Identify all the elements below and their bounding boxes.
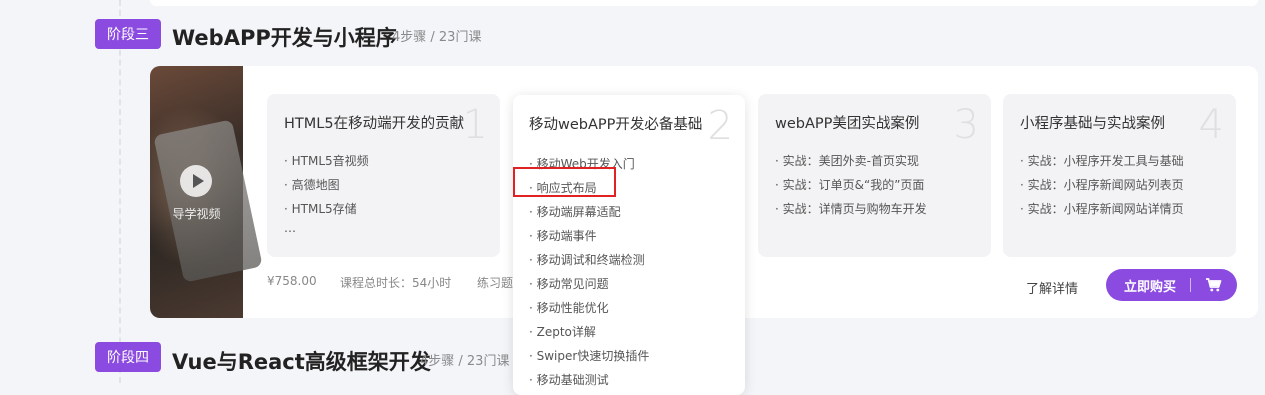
step-item[interactable]: · 实战：小程序开发工具与基础 (1020, 149, 1236, 173)
highlight-annotation-box (513, 167, 616, 197)
stage-title: WebAPP开发与小程序 (172, 26, 397, 50)
step-item-more: … (284, 221, 296, 235)
step-item[interactable]: · 实战：订单页&“我的”页面 (775, 173, 991, 197)
step-item[interactable]: · 实战：详情页与购物车开发 (775, 197, 991, 221)
step-number: 1 (462, 102, 488, 148)
step-item[interactable]: · 实战：小程序新闻网站列表页 (1020, 173, 1236, 197)
step-item[interactable]: · HTML5音视频 (284, 149, 500, 173)
step-item[interactable]: · 高德地图 (284, 173, 500, 197)
exercises-label: 练习题 (477, 276, 514, 290)
intro-video-label: 导学视频 (172, 207, 221, 221)
learn-more-link[interactable]: 了解详情 (1026, 278, 1078, 297)
intro-video-thumbnail[interactable]: 导学视频 (150, 66, 263, 318)
cart-icon (1206, 278, 1222, 292)
button-divider (1190, 278, 1192, 292)
step-item[interactable]: · 移动端事件 (529, 224, 745, 248)
step-number: 4 (1198, 102, 1224, 148)
stage-meta: 4步骤 / 23门课 (420, 354, 510, 369)
course-price: ¥758.00 (267, 274, 317, 288)
buy-now-button[interactable]: 立即购买 (1106, 269, 1237, 301)
step-item[interactable]: · 移动基础测试 (529, 368, 745, 392)
step-item[interactable]: · HTML5存储 (284, 197, 500, 221)
timeline-line (119, 0, 121, 383)
step-item[interactable]: · Zepto详解 (529, 320, 745, 344)
stage-badge: 阶段三 (95, 19, 161, 49)
step-item[interactable]: · 实战：美团外卖-首页实现 (775, 149, 991, 173)
step-item[interactable]: · 实战：小程序新闻网站详情页 (1020, 197, 1236, 221)
step-card-3[interactable]: webAPP美团实战案例 3 · 实战：美团外卖-首页实现 · 实战：订单页&“… (758, 94, 991, 257)
stage-badge: 阶段四 (95, 342, 161, 372)
step-number: 3 (953, 102, 979, 148)
thumbnail-photo (153, 119, 263, 283)
step-card-4[interactable]: 小程序基础与实战案例 4 · 实战：小程序开发工具与基础 · 实战：小程序新闻网… (1003, 94, 1236, 257)
step-card-1[interactable]: HTML5在移动端开发的贡献 1 · HTML5音视频 · 高德地图 · HTM… (267, 94, 500, 257)
step-item[interactable]: · 移动调试和终端检测 (529, 248, 745, 272)
course-hours: 课程总时长：54小时 (340, 276, 452, 290)
step-item[interactable]: · 移动性能优化 (529, 296, 745, 320)
step-item[interactable]: · 移动端屏幕适配 (529, 200, 745, 224)
buy-now-label: 立即购买 (1124, 279, 1177, 295)
step-card-2-expanded[interactable]: 移动webAPP开发必备基础 2 · 移动Web开发入门 · 响应式布局 · 移… (513, 95, 745, 395)
play-icon[interactable] (180, 165, 212, 197)
step-item[interactable]: · 移动常见问题 (529, 272, 745, 296)
stage-title: Vue与React高级框架开发 (172, 350, 431, 374)
step-item[interactable]: · Swiper快速切换插件 (529, 344, 745, 368)
previous-card-edge (150, 0, 1258, 6)
stage-meta: 4步骤 / 23门课 (392, 30, 482, 45)
step-number: 2 (707, 103, 733, 149)
